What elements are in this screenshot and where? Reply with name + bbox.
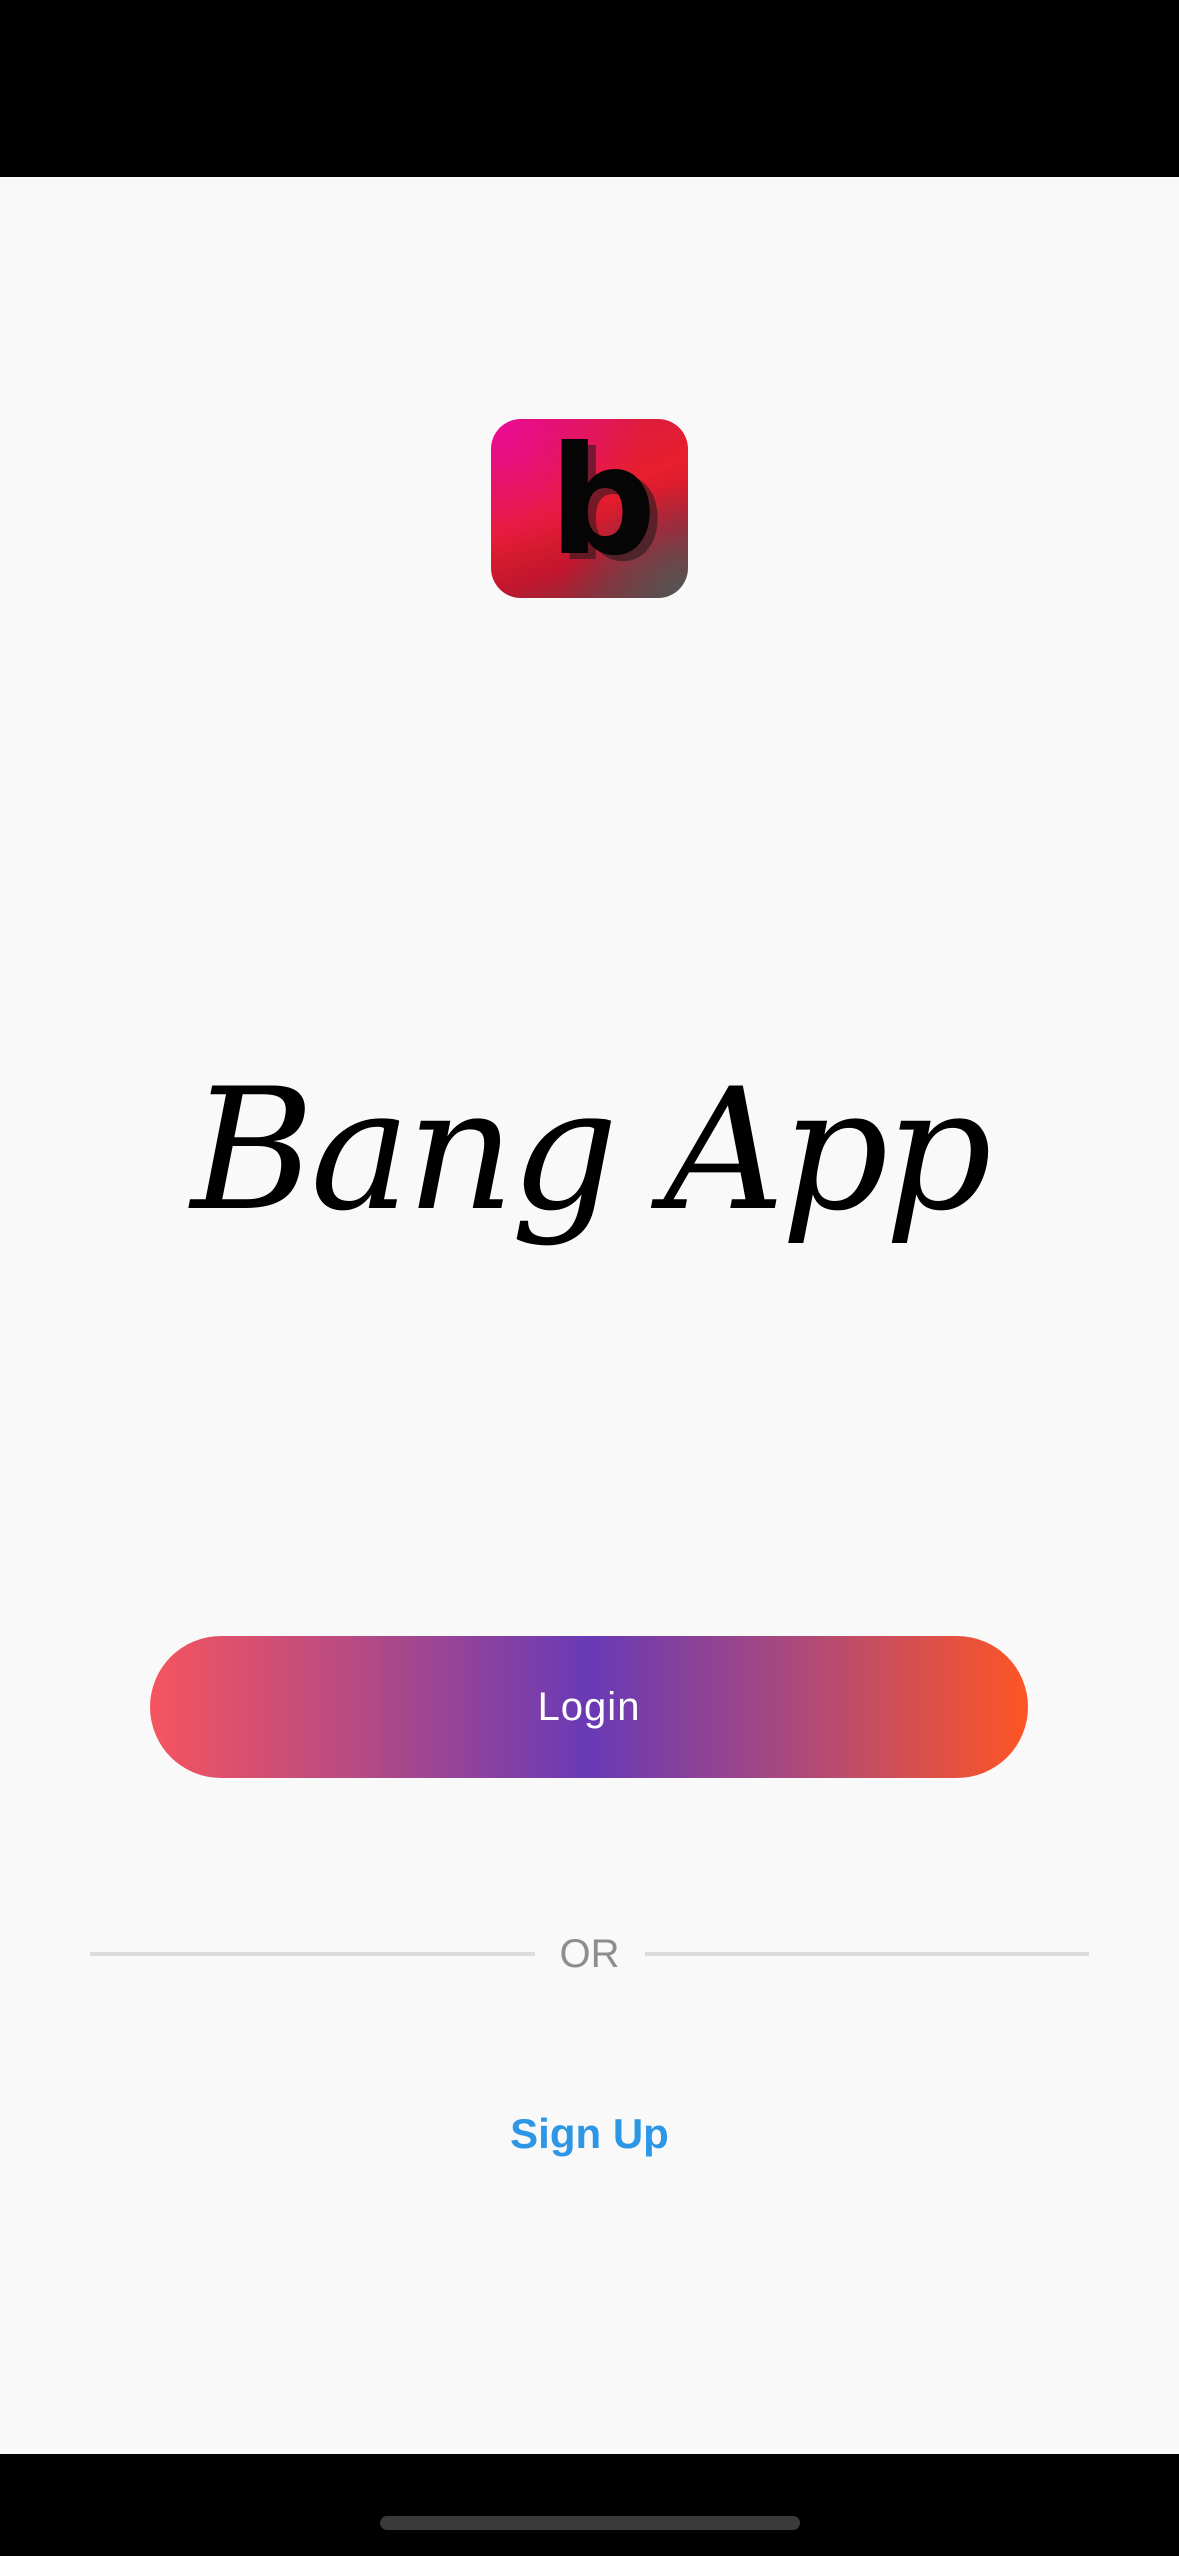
signup-link[interactable]: Sign Up	[510, 2110, 669, 2157]
login-button[interactable]: Login	[150, 1636, 1028, 1778]
app-logo-letter: b	[549, 419, 656, 589]
bottom-bar	[0, 2454, 1179, 2556]
app-logo-icon: b b	[491, 419, 688, 598]
status-bar	[0, 0, 1179, 177]
divider-line-left	[90, 1952, 535, 1956]
signup-link-row: Sign Up	[0, 2110, 1179, 2158]
or-divider: OR	[90, 1921, 1089, 1987]
divider-line-right	[644, 1952, 1089, 1956]
login-button-label: Login	[537, 1684, 641, 1729]
app-title: Bang App	[190, 1052, 992, 1248]
divider-or-text: OR	[559, 1931, 620, 1976]
home-indicator[interactable]	[380, 2516, 800, 2530]
